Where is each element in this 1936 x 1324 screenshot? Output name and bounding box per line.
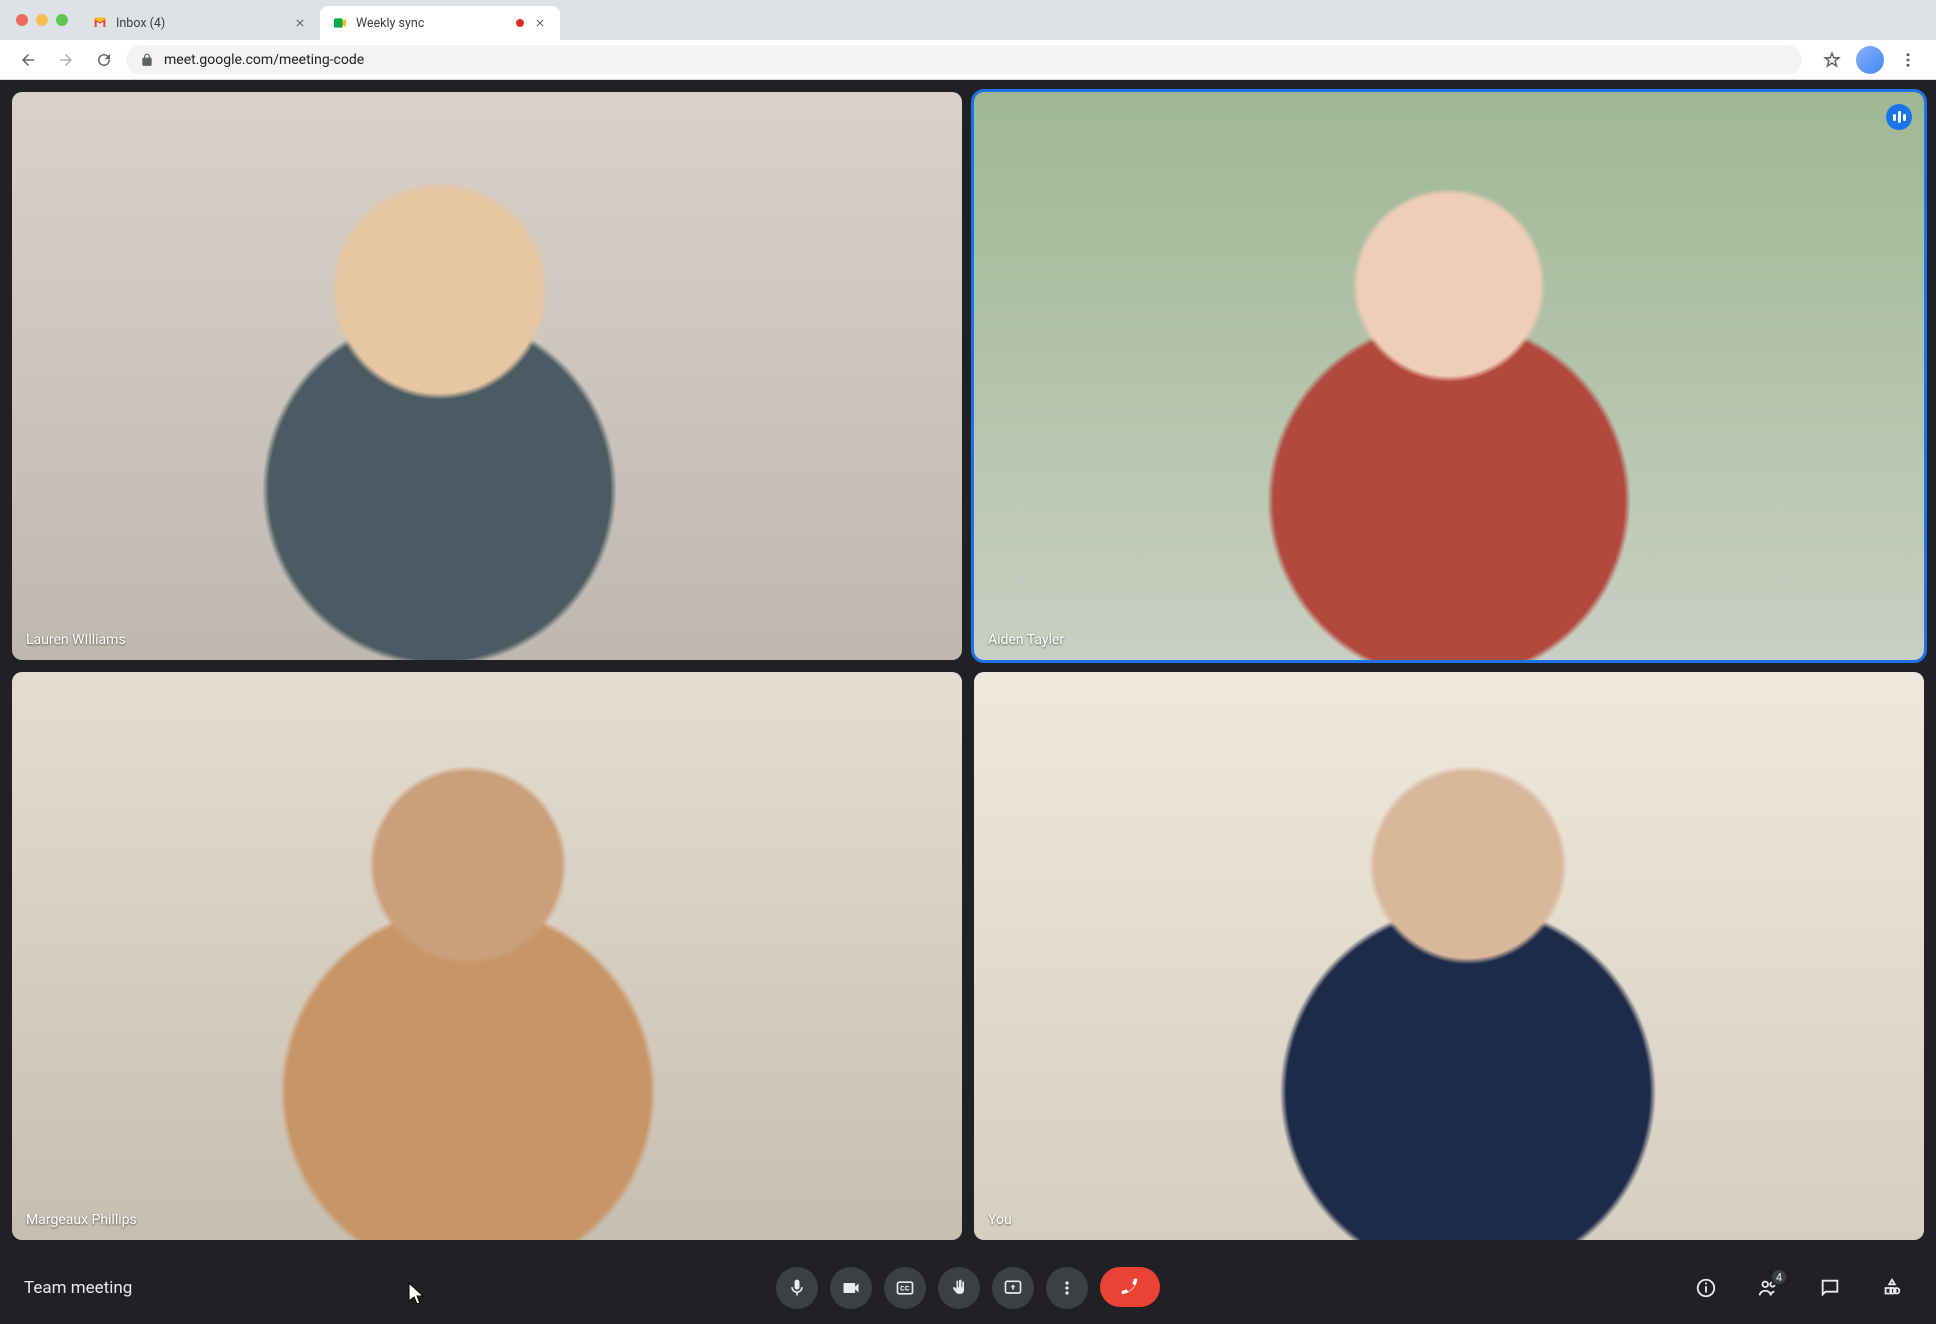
participant-name: You (988, 1212, 1012, 1228)
forward-button[interactable] (50, 44, 82, 76)
video-feed (12, 92, 962, 660)
participant-name: Lauren WIlliams (26, 632, 126, 648)
present-screen-button[interactable] (992, 1267, 1034, 1309)
gmail-icon (92, 15, 108, 31)
close-icon[interactable] (292, 15, 308, 31)
participant-tile[interactable]: Aiden Tayler (974, 92, 1924, 660)
video-feed (974, 672, 1924, 1240)
reload-button[interactable] (88, 44, 120, 76)
tab-strip: Inbox (4) Weekly sync (0, 0, 1936, 40)
profile-avatar[interactable] (1856, 46, 1884, 74)
captions-button[interactable]: CC (884, 1267, 926, 1309)
video-grid: Lauren WIlliams Aiden Tayler Margeaux Ph… (0, 80, 1936, 1252)
microphone-button[interactable] (776, 1267, 818, 1309)
tab-title: Inbox (4) (116, 16, 284, 31)
address-bar[interactable]: meet.google.com/meeting-code (126, 45, 1802, 75)
bookmark-button[interactable] (1816, 44, 1848, 76)
people-button[interactable]: 4 (1748, 1268, 1788, 1308)
meeting-bottom-bar: Team meeting CC (0, 1252, 1936, 1324)
lock-icon (140, 53, 154, 67)
window-minimize-button[interactable] (36, 14, 48, 26)
svg-text:CC: CC (900, 1286, 910, 1293)
meeting-details-button[interactable] (1686, 1268, 1726, 1308)
tab-weekly-sync[interactable]: Weekly sync (320, 6, 560, 40)
call-controls: CC (776, 1267, 1160, 1309)
window-maximize-button[interactable] (56, 14, 68, 26)
chat-button[interactable] (1810, 1268, 1850, 1308)
browser-toolbar: meet.google.com/meeting-code (0, 40, 1936, 80)
video-feed (12, 672, 962, 1240)
participant-name: Margeaux Phillips (26, 1212, 137, 1228)
activities-button[interactable] (1872, 1268, 1912, 1308)
raise-hand-button[interactable] (938, 1267, 980, 1309)
leave-call-button[interactable] (1100, 1267, 1160, 1307)
participant-tile[interactable]: You (974, 672, 1924, 1240)
participant-count-badge: 4 (1770, 1268, 1788, 1286)
side-panel-controls: 4 (1686, 1268, 1912, 1308)
browser-menu-button[interactable] (1892, 44, 1924, 76)
meeting-name: Team meeting (24, 1278, 132, 1298)
participant-tile[interactable]: Margeaux Phillips (12, 672, 962, 1240)
participant-name: Aiden Tayler (988, 632, 1064, 648)
url-text: meet.google.com/meeting-code (164, 52, 364, 68)
browser-chrome: Inbox (4) Weekly sync (0, 0, 1936, 80)
more-options-button[interactable] (1046, 1267, 1088, 1309)
video-feed (974, 92, 1924, 660)
tab-title: Weekly sync (356, 16, 508, 31)
speaking-indicator-icon (1886, 104, 1912, 130)
meet-icon (332, 15, 348, 31)
window-close-button[interactable] (16, 14, 28, 26)
window-controls (16, 14, 68, 26)
back-button[interactable] (12, 44, 44, 76)
participant-tile[interactable]: Lauren WIlliams (12, 92, 962, 660)
camera-button[interactable] (830, 1267, 872, 1309)
close-icon[interactable] (532, 15, 548, 31)
tab-inbox[interactable]: Inbox (4) (80, 6, 320, 40)
meeting-area: Lauren WIlliams Aiden Tayler Margeaux Ph… (0, 80, 1936, 1324)
recording-indicator-icon (516, 19, 524, 27)
